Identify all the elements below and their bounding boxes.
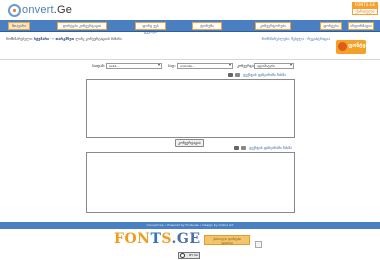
nav-item-font-conversion[interactable]: ფონტები კონვერტაცია: [57, 22, 107, 30]
cc-icon: [180, 253, 185, 258]
login-links[interactable]: მომხმარებლები: შესვლა · რეგისტრაცია: [262, 34, 330, 44]
to-label: სად:: [168, 64, 176, 68]
conversion-options: საიდან: acad... სად: unicode... კონვერტა…: [0, 62, 380, 70]
partner-badge[interactable]: FONTS.GE ქართული: [352, 2, 378, 17]
fonts-promo[interactable]: ქართული ფონტები უფასოდ: [204, 235, 250, 245]
partner-badge-bottom: ქართული: [352, 8, 378, 15]
convert-button[interactable]: კონვერტაცია: [175, 139, 204, 147]
site-logo[interactable]: onvert.Ge: [8, 2, 72, 18]
input-tools: ტექსტის ფანჯარაში ჩასმა: [228, 72, 298, 78]
cc-label: BY SA: [189, 253, 198, 257]
copy-icon[interactable]: [228, 73, 233, 77]
input-textarea[interactable]: [86, 79, 295, 138]
nav-item-font-web[interactable]: ფონტ ვებ გვერდი: [135, 22, 166, 34]
main-nav: მთავარი ფონტები კონვერტაცია ფონტ ვებ გვე…: [0, 20, 380, 34]
creative-commons-badge[interactable]: BY SA: [178, 252, 200, 259]
nav-item-converters[interactable]: კონვერტორები: [255, 22, 291, 30]
fonts-ge-logo[interactable]: FONTS.GE: [114, 231, 201, 247]
divider: [0, 59, 380, 60]
nav-item-fonts[interactable]: ფონტები: [320, 22, 342, 30]
output-textarea[interactable]: [86, 152, 295, 213]
nav-item-forum[interactable]: ფორუმი: [192, 22, 222, 30]
paste-output-link[interactable]: ტექსტის ფანჯარაში ჩასმა: [249, 145, 292, 151]
info-left: მომხმარებელი: სტუმარი ··· თარგმნეთ ლინკ …: [6, 37, 122, 41]
user-status: სტუმარი: [33, 37, 50, 41]
copy-output-icon[interactable]: [234, 146, 239, 150]
clear-icon[interactable]: [235, 73, 240, 77]
fonts-ge-wordmark: FONTS.GE: [114, 231, 201, 247]
to-select[interactable]: unicode...: [177, 63, 233, 69]
from-select[interactable]: acad...: [106, 63, 162, 69]
footer-bar: Convert.Ge • Powered by Fonts.Ge • Desig…: [0, 222, 380, 229]
logo-text: onvert.Ge: [22, 4, 73, 16]
clear-output-icon[interactable]: [241, 146, 246, 150]
info-line: მომხმარებელი: სტუმარი ··· თარგმნეთ ლინკ …: [0, 34, 380, 44]
broken-image-icon: [255, 241, 262, 248]
mascot-icon: [338, 42, 347, 51]
output-tools: ტექსტის ფანჯარაში ჩასმა: [234, 145, 298, 151]
ad-label: ფონტები: [348, 43, 372, 49]
fonts-promo-line2: უფასოდ: [221, 241, 233, 245]
font-select[interactable]: ავტომატური: [254, 63, 294, 69]
site-header: onvert.Ge FONTS.GE ქართული: [0, 0, 380, 20]
logo-ring-icon: [8, 3, 21, 17]
nav-item-home[interactable]: მთავარი: [8, 22, 30, 30]
ad-banner[interactable]: ფონტები: [336, 40, 371, 54]
partner-badge-top: FONTS.GE: [352, 2, 378, 8]
nav-item-info[interactable]: ინფორმაცია: [348, 22, 374, 30]
translate-link[interactable]: ··· თარგმნეთ: [50, 37, 74, 41]
from-label: საიდან:: [92, 64, 106, 68]
paste-link[interactable]: ტექსტის ფანჯარაში ჩასმა: [243, 72, 286, 78]
